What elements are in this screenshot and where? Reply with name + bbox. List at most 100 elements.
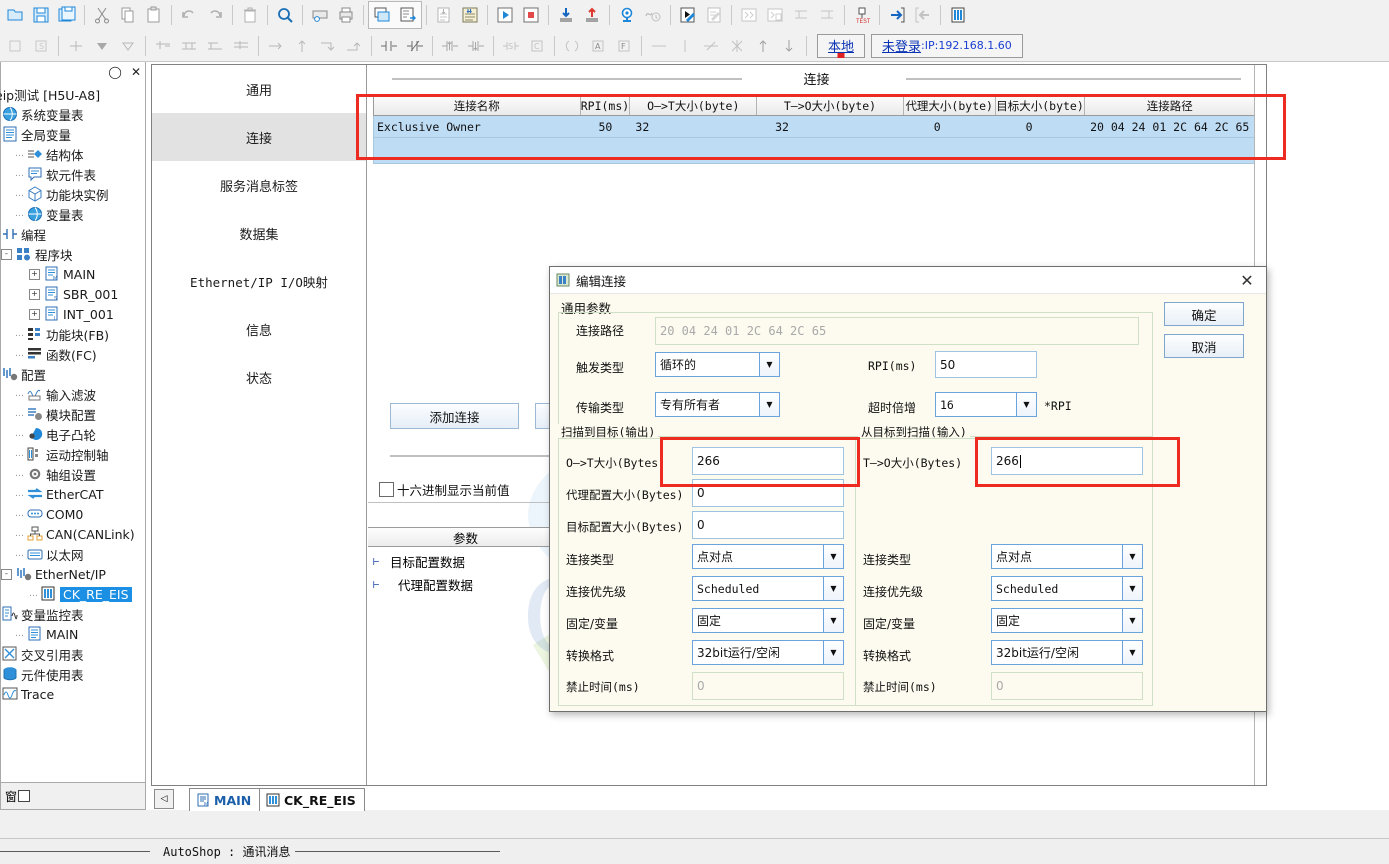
monitor-icon[interactable] (614, 2, 640, 28)
chevron-down-icon[interactable]: ▼ (1122, 641, 1142, 664)
hex-display-checkbox-row[interactable]: 十六进制显示当前值 (379, 480, 510, 499)
print-preview-icon[interactable] (307, 2, 333, 28)
conn-path-input[interactable]: 20 04 24 01 2C 64 2C 65 (655, 317, 1139, 345)
tree-item----[interactable]: …以太网 (1, 544, 145, 564)
tab-main[interactable]: M MAIN (189, 788, 260, 811)
add-connection-button[interactable]: 添加连接 (390, 403, 519, 429)
tree-item----[interactable]: -程序块 (1, 244, 145, 264)
chevron-down-icon[interactable]: ▼ (823, 545, 843, 568)
chevron-down-icon[interactable]: ▼ (1016, 393, 1036, 416)
table-row[interactable]: Exclusive Owner5032320020 04 24 01 2C 64… (373, 116, 1255, 138)
chevron-down-icon[interactable]: ▼ (823, 609, 843, 632)
window-export-icon[interactable] (395, 2, 421, 28)
print-icon[interactable] (333, 2, 359, 28)
nav-item-1[interactable]: 连接 (152, 113, 366, 161)
test-usb-icon[interactable]: TEST (849, 2, 875, 28)
pin-icon[interactable]: ◯ (108, 66, 123, 78)
tree-item------[interactable]: 变量监控表 (1, 604, 145, 624)
tree-expander[interactable]: + (29, 269, 40, 280)
no-contact-icon[interactable] (376, 33, 402, 59)
expand-icon[interactable]: ⊢ (368, 555, 384, 568)
trigger-type-select[interactable]: 循环的 ▼ (655, 352, 780, 377)
chevron-down-icon[interactable]: ▼ (1122, 545, 1142, 568)
run-icon[interactable] (492, 2, 518, 28)
transport-type-select[interactable]: 专有所有者 ▼ (655, 392, 780, 417)
tree-item-ethercat[interactable]: …EtherCAT (1, 484, 145, 504)
timeout-multiplier-select[interactable]: 16 ▼ (935, 392, 1037, 417)
edit-run-icon[interactable] (675, 2, 701, 28)
tree-item-trace[interactable]: Trace (1, 684, 145, 704)
nav-item-4[interactable]: Ethernet/IP I/O映射 (152, 257, 366, 305)
to-size-input[interactable]: 266 (991, 447, 1143, 475)
tree-item-ck_re_eis[interactable]: …CK_RE_EIS (1, 584, 145, 604)
chevron-down-icon[interactable]: ▼ (1122, 609, 1142, 632)
col-header-0[interactable]: 连接名称 (374, 96, 581, 115)
tree-item------[interactable]: …运动控制轴 (1, 444, 145, 464)
search-icon[interactable] (272, 2, 298, 28)
target-cfg-size-input[interactable]: 0 (692, 511, 844, 539)
proxy-cfg-size-input[interactable]: 0 (692, 479, 844, 507)
device-icon[interactable] (945, 2, 971, 28)
tree-item-----[interactable]: …软元件表 (1, 164, 145, 184)
rpi-input[interactable]: 50 (935, 351, 1037, 378)
tree-item-sbr_001[interactable]: +SSBR_001 (1, 284, 145, 304)
tree-item-----[interactable]: …轴组设置 (1, 464, 145, 484)
tree-item----fc-[interactable]: …函数(FC) (1, 344, 145, 364)
chevron-down-icon[interactable]: ▼ (1122, 577, 1142, 600)
chevron-down-icon[interactable]: ▼ (759, 393, 779, 416)
nav-item-6[interactable]: 状态 (152, 353, 366, 401)
cut-icon[interactable] (89, 2, 115, 28)
tree-item----[interactable]: …结构体 (1, 144, 145, 164)
tree-item-ethernet-ip[interactable]: -EtherNet/IP (1, 564, 145, 584)
in-fixed-var-select[interactable]: 固定 ▼ (991, 608, 1143, 633)
tree-expander[interactable]: + (29, 309, 40, 320)
tree-item-----[interactable]: 全局变量 (1, 124, 145, 144)
col-header-2[interactable]: O—>T大小(byte) (630, 96, 757, 115)
nav-item-3[interactable]: 数据集 (152, 209, 366, 257)
upload-icon[interactable] (579, 2, 605, 28)
tree-item-int_001[interactable]: +IINT_001 (1, 304, 145, 324)
tree-expander[interactable]: - (1, 249, 12, 260)
close-icon[interactable]: ✕ (131, 66, 141, 78)
tree-item-main[interactable]: +MMAIN (1, 264, 145, 284)
tree-item---[interactable]: 编程 (1, 224, 145, 244)
local-mode-button[interactable]: 本地 (817, 34, 865, 58)
tree-item-----[interactable]: …电子凸轮 (1, 424, 145, 444)
col-header-5[interactable]: 目标大小(byte) (996, 96, 1086, 115)
config-nav-list[interactable]: 通用连接服务消息标签数据集Ethernet/IP I/O映射信息状态 (152, 65, 367, 785)
nc-contact-icon[interactable] (402, 33, 428, 59)
param-row-0[interactable]: ⊢目标配置数据 (368, 550, 565, 573)
compile-all-icon[interactable] (457, 2, 483, 28)
nav-item-5[interactable]: 信息 (152, 305, 366, 353)
out-format-select[interactable]: 32bit运行/空闲 ▼ (692, 640, 844, 665)
tree-item------[interactable]: 交叉引用表 (1, 644, 145, 664)
tree-item-main[interactable]: …MAIN (1, 624, 145, 644)
connection-grid[interactable]: 连接名称RPI(ms)O—>T大小(byte)T—>O大小(byte)代理大小(… (373, 95, 1255, 164)
nav-item-0[interactable]: 通用 (152, 65, 366, 113)
chevron-down-icon[interactable]: ▼ (823, 641, 843, 664)
tab-scroll-left-button[interactable]: ◁ (154, 789, 174, 809)
chevron-down-icon[interactable]: ▼ (759, 353, 779, 376)
out-priority-select[interactable]: Scheduled ▼ (692, 576, 844, 601)
tree-item------[interactable]: 元件使用表 (1, 664, 145, 684)
tree-item-----fb-[interactable]: …功能块(FB) (1, 324, 145, 344)
tab-ck-re-eis[interactable]: CK_RE_EIS (259, 788, 365, 811)
tree-item---[interactable]: 配置 (1, 364, 145, 384)
tree-item-com0[interactable]: …COM0 (1, 504, 145, 524)
in-priority-select[interactable]: Scheduled ▼ (991, 576, 1143, 601)
param-row-1[interactable]: ⊢代理配置数据 (368, 573, 565, 596)
window-tile-icon[interactable] (369, 2, 395, 28)
in-format-select[interactable]: 32bit运行/空闲 ▼ (991, 640, 1143, 665)
copy-icon[interactable] (115, 2, 141, 28)
col-header-3[interactable]: T—>O大小(byte) (757, 96, 904, 115)
expand-icon[interactable]: ⊢ (368, 578, 384, 591)
chevron-down-icon[interactable]: ▼ (823, 577, 843, 600)
col-header-6[interactable]: 连接路径 (1085, 96, 1254, 115)
open-icon[interactable] (2, 2, 28, 28)
col-header-4[interactable]: 代理大小(byte) (904, 96, 996, 115)
out-conn-type-select[interactable]: 点对点 ▼ (692, 544, 844, 569)
col-header-1[interactable]: RPI(ms) (581, 96, 631, 115)
ot-size-input[interactable]: 266 (692, 447, 844, 475)
ok-button[interactable]: 确定 (1164, 302, 1244, 326)
tree-expander[interactable]: + (29, 289, 40, 300)
